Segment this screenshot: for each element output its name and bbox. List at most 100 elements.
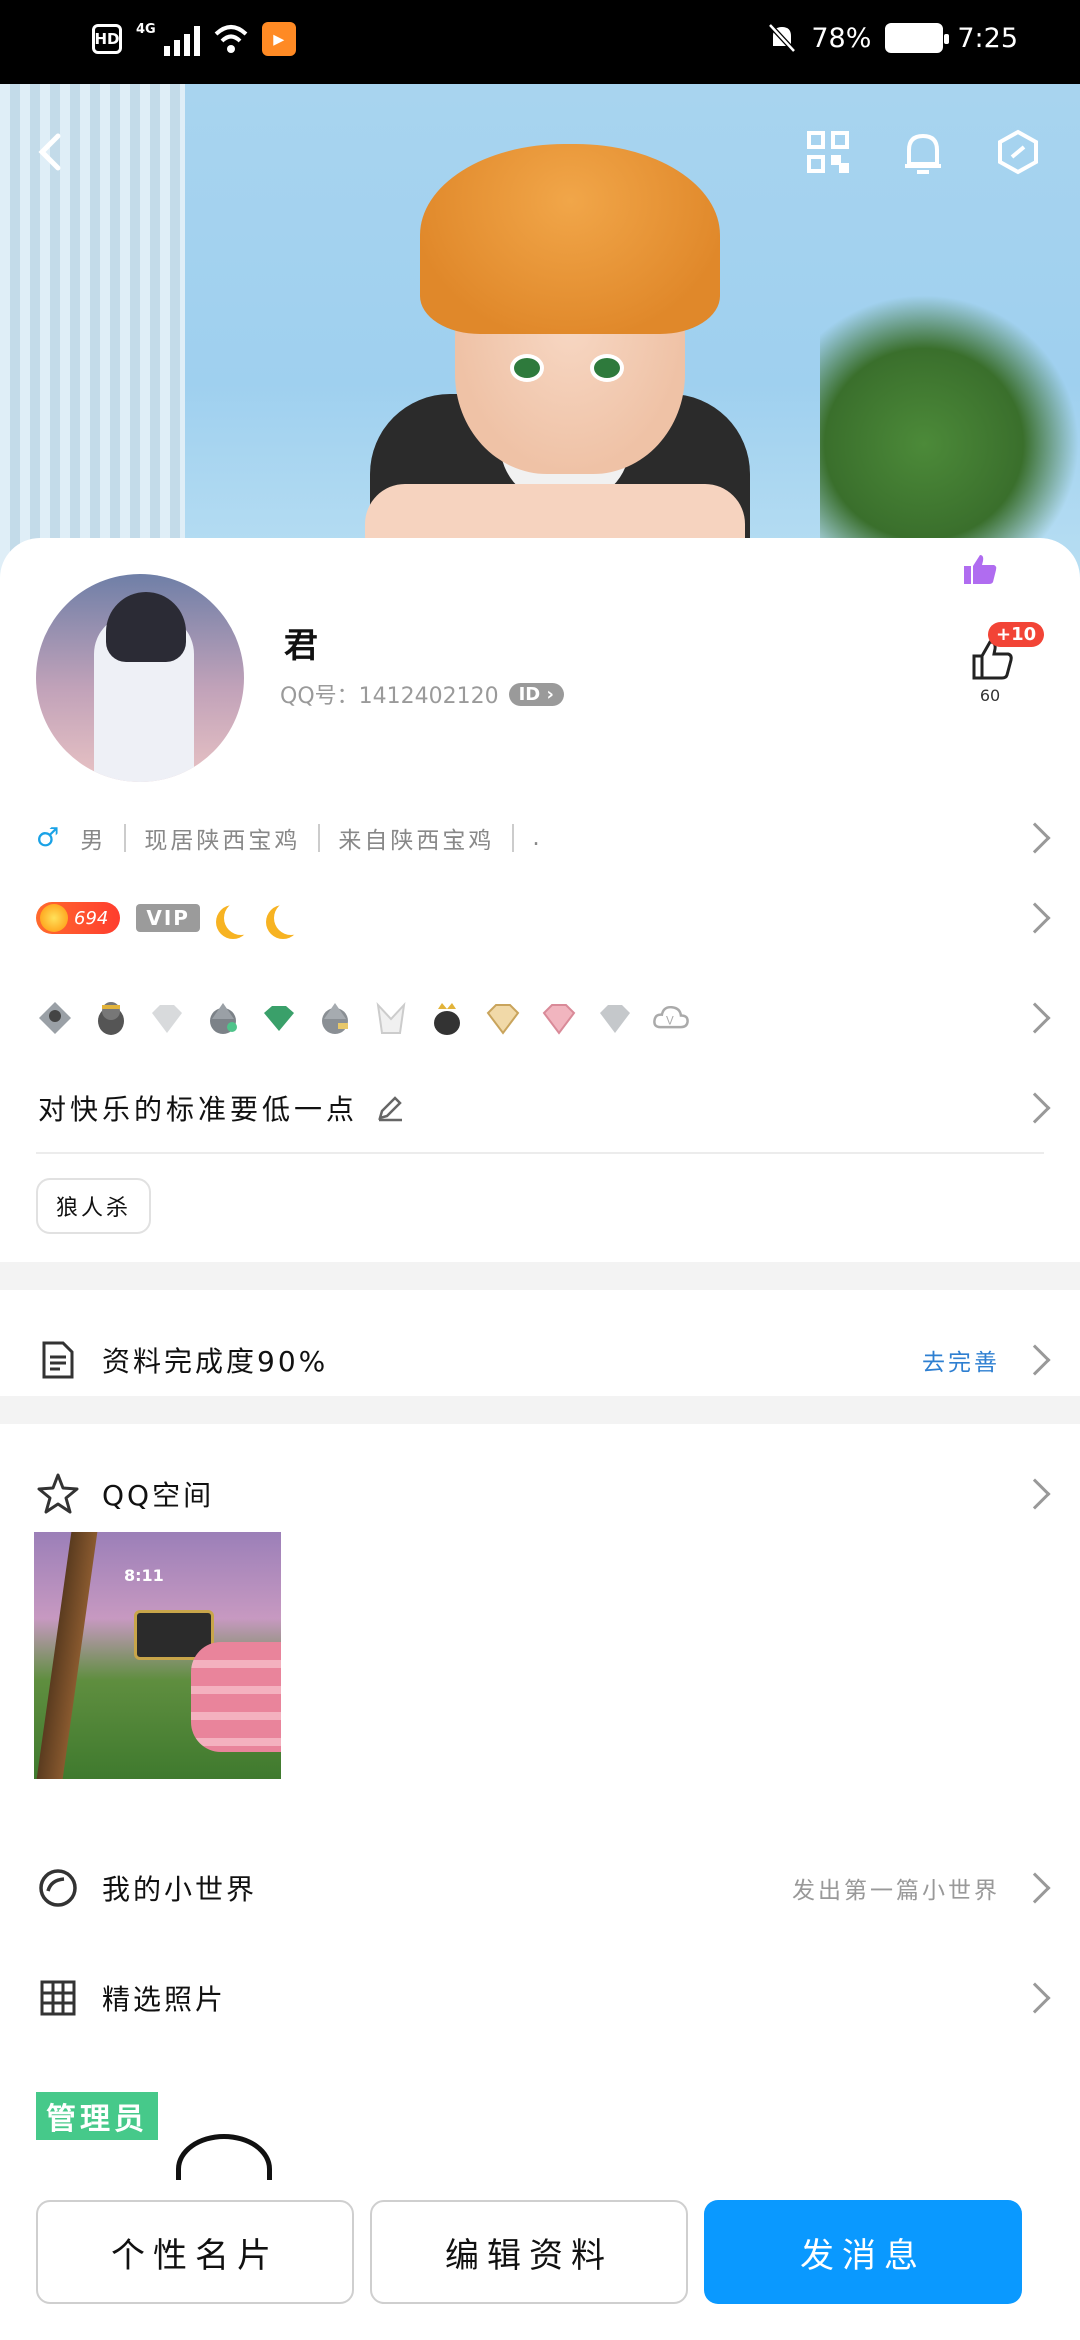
featured-photos-row[interactable]: 精选照片 <box>0 1948 1080 2048</box>
like-button[interactable]: +10 60 <box>960 622 1045 706</box>
medal-icon <box>36 999 74 1037</box>
settings-hex-icon[interactable] <box>990 124 1046 180</box>
crown-penguin-icon <box>428 999 466 1037</box>
like-plus-badge: +10 <box>988 622 1045 647</box>
small-world-hint: 发出第一篇小世界 <box>792 1878 1000 1904</box>
pencil-icon[interactable] <box>376 1094 404 1122</box>
back-icon[interactable] <box>24 124 80 180</box>
mute-bell-icon <box>768 23 797 53</box>
green-diamond-icon <box>260 999 298 1037</box>
avatar-eye-right <box>590 354 624 382</box>
star-icon <box>36 1472 80 1516</box>
male-icon: ♂ <box>36 823 63 853</box>
qq-number-line[interactable]: QQ号：1412402120 ID › <box>280 678 564 710</box>
silver-diamond-icon <box>596 999 634 1037</box>
bell-icon[interactable] <box>895 124 951 180</box>
id-badge-label: ID <box>518 683 541 705</box>
thumb-bumps <box>191 1642 281 1752</box>
penguin-medal-icon <box>204 999 242 1037</box>
qzone-row[interactable]: QQ空间 <box>0 1444 1080 1544</box>
separator <box>512 824 515 852</box>
qzone-thumbnail[interactable]: 8:11 <box>34 1532 281 1779</box>
battery-icon <box>885 23 950 53</box>
edit-profile-button[interactable]: 编辑资料 <box>370 2200 688 2304</box>
thumb-time: 8:11 <box>124 1566 164 1585</box>
wifi-icon <box>214 25 248 53</box>
moon-icon <box>274 901 308 935</box>
gender: 男 <box>80 828 107 854</box>
battery-percent: 78% <box>811 22 872 54</box>
section-gap <box>0 1262 1080 1290</box>
chevron-right-icon <box>1019 822 1051 854</box>
interest-tag[interactable]: 狼人杀 <box>36 1178 152 1234</box>
profile-card: 君 QQ号：1412402120 ID › +10 60 ♂ 男 现居陕西宝鸡 … <box>0 538 1080 2238</box>
send-message-button[interactable]: 发消息 <box>704 2200 1022 2304</box>
network-type: 4G <box>136 21 156 37</box>
penguin-medal-icon <box>316 999 354 1037</box>
document-icon <box>36 1338 80 1382</box>
location-now: 现居陕西宝鸡 <box>144 828 301 854</box>
avatar-character-hat <box>420 144 720 334</box>
photo-thumb-text: 管理员 <box>36 2092 158 2140</box>
profile-banner[interactable] <box>0 84 1080 584</box>
bottom-action-bar: 个性名片 编辑资料 发消息 <box>0 2180 1080 2340</box>
like-count: 60 <box>979 686 1001 705</box>
chevron-right-icon <box>1019 1092 1051 1124</box>
qq-number: QQ号：1412402120 <box>280 684 499 709</box>
nickname: 君 <box>284 626 318 666</box>
avatar[interactable] <box>36 574 244 782</box>
section-gap <box>0 1396 1080 1424</box>
grid-icon <box>36 1976 80 2020</box>
app-notification-icon: ▸ <box>261 22 296 56</box>
separator <box>124 824 127 852</box>
vip-badge: VIP <box>136 904 200 932</box>
pink-diamond-icon <box>540 999 578 1037</box>
signature-row[interactable]: 对快乐的标准要低一点 <box>0 1068 1080 1148</box>
small-world-label: 我的小世界 <box>102 1873 258 1906</box>
personal-card-button[interactable]: 个性名片 <box>36 2200 354 2304</box>
cloud-v-icon: V <box>652 999 690 1037</box>
separator <box>318 824 321 852</box>
complete-profile-link[interactable]: 去完善 <box>922 1343 1000 1377</box>
signature: 对快乐的标准要低一点 <box>38 1093 359 1126</box>
chevron-right-icon <box>1019 1478 1051 1510</box>
avatar-eye-left <box>510 354 544 382</box>
chevron-right-icon <box>1019 902 1051 934</box>
chevron-right-icon <box>1019 1002 1051 1034</box>
level-badge: 694 <box>36 902 121 934</box>
chevron-right-icon <box>1019 1872 1051 1904</box>
panda-sticker <box>176 2134 272 2184</box>
divider <box>36 1152 1044 1154</box>
sun-icon <box>40 904 68 932</box>
level-badges-row[interactable]: 694 VIP <box>0 888 1080 948</box>
penguin-medal-icon <box>92 999 130 1037</box>
medals-row[interactable]: V <box>0 978 1080 1058</box>
avatar-hair <box>106 592 186 662</box>
qr-code-icon[interactable] <box>800 124 856 180</box>
diamond-icon <box>148 999 186 1037</box>
clock: 7:25 <box>957 22 1018 54</box>
id-badge[interactable]: ID › <box>508 682 564 706</box>
svg-text:V: V <box>666 1016 674 1028</box>
hd-icon: HD <box>92 24 122 54</box>
moon-icon <box>224 901 258 935</box>
tuxedo-icon <box>372 999 410 1037</box>
purple-thumb-icon <box>964 555 997 584</box>
status-bar: HD 4G ▸ 78% 7:25 <box>0 0 1080 84</box>
featured-photo-thumbnail[interactable]: 管理员 <box>36 2054 286 2184</box>
profile-completion-row[interactable]: 资料完成度90% 去完善 <box>0 1310 1080 1410</box>
level-value: 694 <box>74 907 109 929</box>
chevron-right-icon <box>1019 1344 1051 1376</box>
qzone-label: QQ空间 <box>102 1479 215 1512</box>
basic-info-row[interactable]: ♂ 男 现居陕西宝鸡 来自陕西宝鸡 . <box>0 808 1080 868</box>
location-from: 来自陕西宝鸡 <box>338 828 495 854</box>
thumb-pole <box>36 1532 98 1779</box>
small-world-row[interactable]: 我的小世界 发出第一篇小世界 <box>0 1838 1080 1938</box>
completion-label: 资料完成度90% <box>102 1345 329 1378</box>
signal-icon <box>163 22 200 56</box>
chevron-right-icon <box>1019 1982 1051 2014</box>
small-world-icon <box>36 1866 80 1910</box>
info-extra: . <box>532 825 543 851</box>
gold-diamond-icon <box>484 999 522 1037</box>
photos-label: 精选照片 <box>102 1983 227 2016</box>
